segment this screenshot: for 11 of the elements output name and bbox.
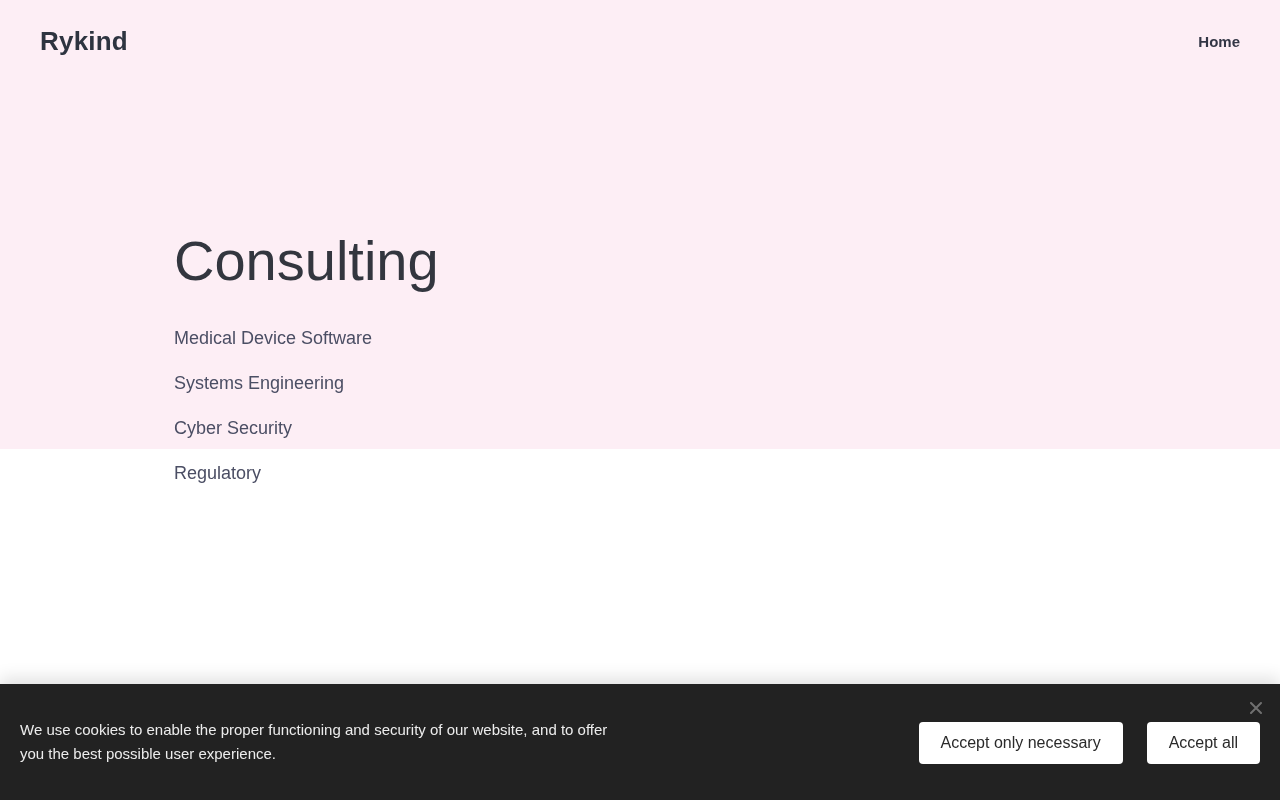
page-title: Consulting — [174, 228, 439, 294]
site-logo[interactable]: Rykind — [40, 25, 128, 57]
service-link[interactable]: Cyber Security — [174, 416, 293, 441]
service-link[interactable]: Medical Device Software — [174, 326, 373, 351]
service-link[interactable]: Systems Engineering — [174, 371, 345, 396]
cookie-button[interactable]: Accept all — [1146, 722, 1260, 764]
cookie-button[interactable]: Accept only necessary — [918, 722, 1123, 764]
close-icon[interactable] — [1250, 702, 1262, 714]
cookie-message: We use cookies to enable the proper functioning and security of our website, and to offer you the best possible user experience. — [20, 720, 609, 764]
nav-link[interactable]: Home — [1198, 32, 1240, 50]
service-link[interactable]: Regulatory — [174, 461, 262, 486]
